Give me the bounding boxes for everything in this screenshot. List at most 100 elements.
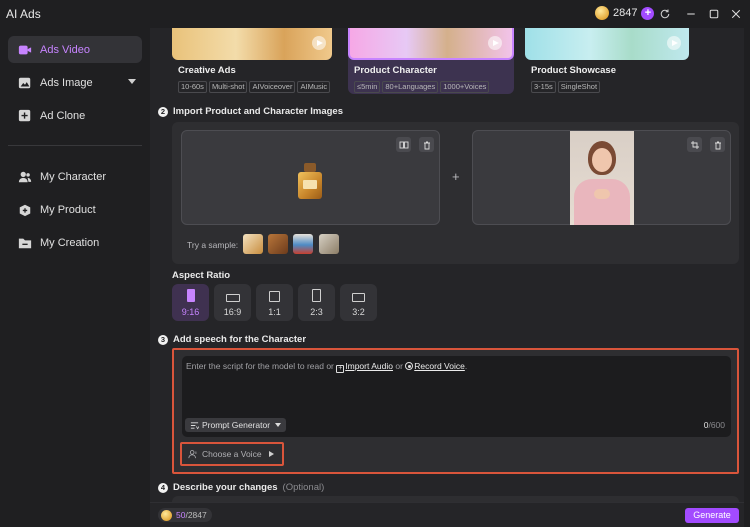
refresh-icon[interactable] [657,6,673,22]
play-icon [312,36,326,50]
sample-thumbnail[interactable] [243,234,263,254]
product-image-slot[interactable] [181,130,440,225]
scrollbar-track[interactable] [744,28,750,527]
main-content: Creative Ads 10-60s Multi-shot AIVoiceover… [150,28,744,527]
trash-icon[interactable] [419,137,434,152]
sidebar-item-my-character[interactable]: My Character [8,163,142,190]
sidebar-item-label: My Product [40,203,96,216]
template-thumbnail [525,28,689,60]
coin-icon [161,509,172,521]
credits-value: 2847 [613,7,638,19]
template-card-product-showcase[interactable]: Product Showcase 3-15s SingleShot [525,28,689,94]
import-audio-link[interactable]: Import Audio [345,361,393,371]
sidebar: Ads Video Ads Image Ad Clone My Characte… [0,28,150,527]
sidebar-item-ads-video[interactable]: Ads Video [8,36,142,63]
generate-button[interactable]: Generate [685,508,739,523]
record-voice-link[interactable]: Record Voice [414,361,465,371]
step-number: 3 [158,334,168,345]
sidebar-item-label: Ads Video [40,43,90,56]
aspect-option-9-16[interactable]: 9:16 [172,284,209,321]
script-input[interactable]: Enter the script for the model to read o… [182,356,731,437]
sample-thumbnail[interactable] [268,234,288,254]
crop-icon[interactable] [687,137,702,152]
minimize-icon[interactable] [683,6,699,22]
template-tag: 1000+Voices [440,81,490,93]
template-tag: SingleShot [557,81,601,93]
aspect-ratio-title: Aspect Ratio [172,270,231,281]
box-icon [19,204,31,216]
prompt-generator-icon [190,421,199,429]
template-card-creative-ads[interactable]: Creative Ads 10-60s Multi-shot AIVoiceover… [172,28,332,94]
maximize-icon[interactable] [706,6,722,22]
credits-display: 2847 + [595,6,655,20]
template-tag: 80+Languages [382,81,439,93]
voice-user-icon [188,450,197,459]
swap-icon[interactable] [396,137,411,152]
aspect-option-1-1[interactable]: 1:1 [256,284,293,321]
prompt-generator-button[interactable]: Prompt Generator [185,418,287,432]
template-name: Creative Ads [178,65,236,76]
script-placeholder: Enter the script for the model to read o… [186,361,467,373]
trash-icon[interactable] [710,137,725,152]
title-bar: AI Ads 2847 + [0,0,750,28]
record-voice-icon [405,362,414,370]
section-title-import: 2 Import Product and Character Images [158,106,343,117]
template-thumbnail [172,28,332,60]
section-title-changes: 4 Describe your changes (Optional) [158,482,324,493]
aspect-option-16-9[interactable]: 16:9 [214,284,251,321]
placeholder-or: or [392,361,406,371]
template-tags: 10-60s Multi-shot AIVoiceover AIMusic [178,80,332,93]
counter-max: /600 [708,420,725,430]
template-tags: 3-15s SingleShot [531,80,602,93]
template-tags: ≤5min 80+Languages 1000+Voices [354,80,491,93]
aspect-option-label: 3:2 [352,307,365,317]
template-tag: 10-60s [178,81,207,93]
sidebar-item-label: My Creation [40,236,100,249]
caret-down-icon [275,423,282,427]
folder-icon [18,238,32,248]
sample-thumbnail[interactable] [319,234,339,254]
play-icon [488,36,502,50]
sidebar-item-my-product[interactable]: My Product [8,196,142,223]
ratio-shape-icon [186,289,195,302]
cost-total: /2847 [185,510,207,520]
aspect-option-label: 1:1 [268,307,281,317]
sidebar-item-my-creation[interactable]: My Creation [8,229,142,256]
bottom-bar: 50/2847 Generate [150,502,744,527]
sidebar-item-label: My Character [40,170,107,183]
clone-icon [18,109,31,121]
cost-indicator: 50/2847 [158,508,212,522]
section-title-text: Import Product and Character Images [173,106,343,117]
placeholder-period: . [464,361,468,371]
template-tag: Multi-shot [208,81,248,93]
caret-right-icon [268,451,274,457]
template-tag: ≤5min [354,81,381,93]
character-image-slot[interactable] [472,130,731,225]
sidebar-item-ad-clone[interactable]: Ad Clone [8,102,142,129]
import-audio-icon: + [336,365,345,373]
coin-icon [595,6,609,20]
ratio-shape-icon [312,289,321,302]
step-number: 2 [158,106,168,117]
try-sample-label: Try a sample: [187,240,239,250]
aspect-option-3-2[interactable]: 3:2 [340,284,377,321]
close-icon[interactable] [728,6,744,22]
sidebar-item-label: Ad Clone [40,109,86,122]
template-card-product-character[interactable]: Product Character ≤5min 80+Languages 1000+… [348,28,514,94]
placeholder-text: Enter the script for the model to read o… [186,361,337,371]
sidebar-item-ads-image[interactable]: Ads Image [8,69,142,96]
section-title-text: Describe your changes [173,482,278,493]
aspect-option-2-3[interactable]: 2:3 [298,284,335,321]
choose-voice-button[interactable]: Choose a Voice [180,442,284,466]
ratio-shape-icon [269,291,280,302]
ratio-shape-icon [352,293,365,302]
chevron-down-icon [128,79,136,84]
image-icon [18,77,31,88]
add-credits-button[interactable]: + [641,6,655,20]
section-title-speech: 3 Add speech for the Character [158,334,306,345]
sample-thumbnail[interactable] [293,234,313,254]
plus-separator: + [452,169,460,184]
prompt-generator-label: Prompt Generator [202,420,271,430]
template-thumbnail [348,28,514,60]
character-photo [570,131,634,225]
